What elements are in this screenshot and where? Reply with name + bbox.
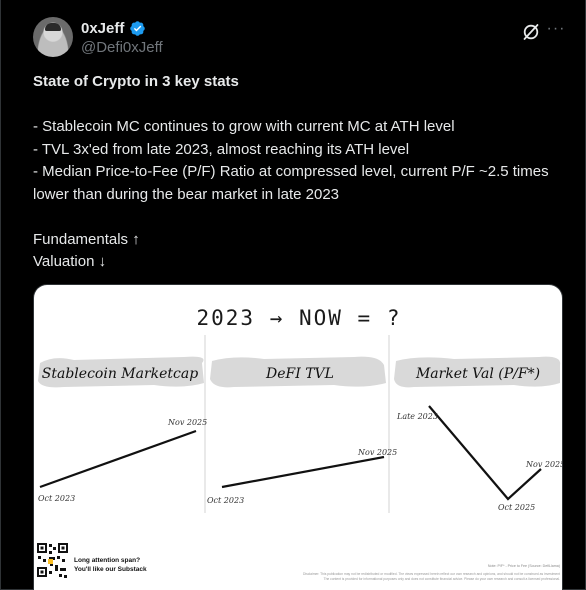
- author-display-name[interactable]: 0xJeff: [81, 20, 124, 37]
- tweet-bullet: - Median Price-to-Fee (P/F) Ratio at com…: [33, 163, 549, 203]
- stablecoin-trend-line: [39, 429, 197, 489]
- tweet-title: State of Crypto in 3 key stats: [33, 73, 239, 90]
- author-name-row: 0xJeff: [81, 20, 146, 37]
- panel-mid-label: Oct 2025: [498, 503, 535, 512]
- promo-line-1: Long attention span?: [74, 557, 140, 564]
- more-icon[interactable]: ···: [546, 20, 566, 40]
- tweet-container: 0xJeff @Defi0xJeff ··· State of Crypto i…: [0, 0, 586, 590]
- panel-end-label: Nov 2025: [525, 460, 563, 469]
- tvl-trend-line: [221, 455, 385, 489]
- author-handle[interactable]: @Defi0xJeff: [81, 39, 163, 56]
- tweet-fundamentals: Fundamentals ↑: [33, 230, 140, 248]
- footnote: Note: P/F* - Price to Fee (Source: DefiL…: [488, 564, 560, 568]
- panel-end-label: Nov 2025: [357, 448, 397, 457]
- panel-title: Market Val (P/F*): [415, 366, 540, 382]
- tweet-bullet: - TVL 3x'ed from late 2023, almost reach…: [33, 140, 410, 158]
- panel-start-label: Oct 2023: [38, 494, 75, 503]
- panel-title: DeFI TVL: [265, 366, 334, 382]
- verified-badge-icon: [130, 21, 146, 36]
- panel-title: Stablecoin Marketcap: [42, 366, 198, 382]
- author-avatar[interactable]: [33, 17, 73, 57]
- panel-start-label: Oct 2023: [207, 496, 244, 505]
- panel-end-label: Nov 2025: [167, 418, 207, 427]
- pf-trend-line: [428, 405, 542, 501]
- media-infographic: 2023 → NOW = ? Stablecoin Marketcap DeFI…: [36, 306, 563, 581]
- panel-start-label: Late 2023: [396, 412, 438, 421]
- tweet-text: State of Crypto in 3 key stats - Stablec…: [33, 70, 573, 274]
- grok-icon[interactable]: [521, 22, 541, 42]
- disclaimer-text: The content is provided for informationa…: [324, 577, 561, 581]
- tweet-bullet: - Stablecoin MC continues to grow with c…: [33, 118, 455, 135]
- tweet-valuation: Valuation ↓: [33, 253, 107, 270]
- promo-line-2: You'll like our Substack: [74, 566, 147, 573]
- disclaimer-text: Disclaimer: This publication may not be …: [303, 572, 560, 576]
- qr-code-icon: [36, 541, 70, 581]
- tweet-media-image[interactable]: 2023 → NOW = ? Stablecoin Marketcap DeFI…: [33, 284, 563, 590]
- media-headline: 2023 → NOW = ?: [196, 306, 401, 330]
